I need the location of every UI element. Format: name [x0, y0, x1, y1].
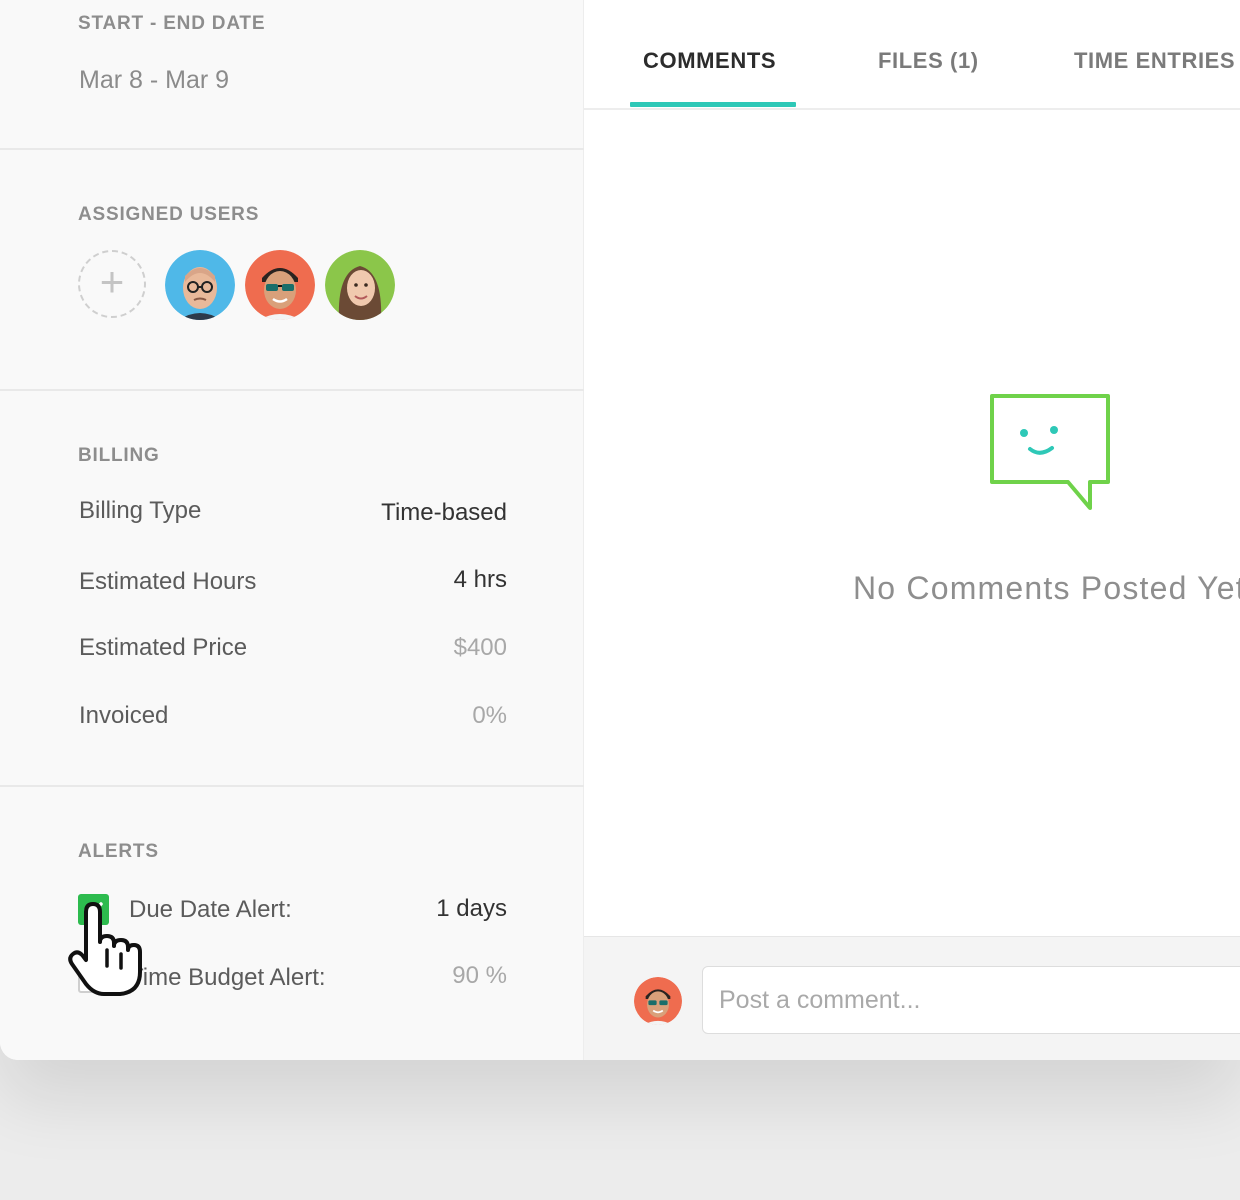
- tab-comments[interactable]: COMMENTS: [643, 48, 776, 74]
- invoiced-value: 0%: [472, 702, 507, 729]
- comment-input[interactable]: [702, 966, 1240, 1034]
- task-detail-card: START - END DATE Mar 8 - Mar 9 ASSIGNED …: [0, 0, 1240, 1060]
- user-avatar-1-icon: [165, 250, 235, 320]
- billing-section-label: BILLING: [78, 445, 160, 466]
- estimated-price-label: Estimated Price: [79, 634, 248, 661]
- date-range-value[interactable]: Mar 8 - Mar 9: [79, 66, 229, 95]
- time-budget-alert-label: Time Budget Alert:: [129, 964, 326, 991]
- dates-section-label: START - END DATE: [78, 13, 266, 34]
- avatar[interactable]: [325, 250, 395, 320]
- due-date-alert-label: Due Date Alert:: [129, 896, 292, 923]
- divider: [0, 148, 584, 150]
- assigned-users-label: ASSIGNED USERS: [78, 204, 260, 225]
- user-avatar-3-icon: [325, 250, 395, 320]
- avatar[interactable]: [165, 250, 235, 320]
- avatar[interactable]: [245, 250, 315, 320]
- add-user-button[interactable]: +: [78, 250, 146, 318]
- tab-files[interactable]: FILES (1): [878, 48, 979, 74]
- hand-pointer-cursor-icon: [68, 902, 142, 996]
- billing-type-label: Billing Type: [79, 497, 202, 524]
- billing-type-value[interactable]: Time-based: [381, 499, 507, 527]
- invoiced-label: Invoiced: [79, 702, 169, 729]
- estimated-hours-label: Estimated Hours: [79, 568, 257, 595]
- task-details-panel: START - END DATE Mar 8 - Mar 9 ASSIGNED …: [0, 0, 584, 1060]
- time-budget-alert-value: 90 %: [452, 962, 507, 989]
- due-date-alert-value[interactable]: 1 days: [436, 895, 507, 923]
- chat-bubble-smiley-icon: [990, 394, 1110, 510]
- tab-bar: COMMENTS FILES (1) TIME ENTRIES: [584, 0, 1240, 110]
- estimated-hours-value[interactable]: 4 hrs: [454, 566, 507, 594]
- user-avatar-2-icon: [245, 250, 315, 320]
- divider: [0, 785, 584, 787]
- alerts-section-label: ALERTS: [78, 841, 159, 862]
- empty-state-message: No Comments Posted Yet: [853, 570, 1240, 606]
- active-tab-indicator: [630, 102, 796, 107]
- divider: [0, 389, 584, 391]
- estimated-price-value: $400: [453, 634, 507, 661]
- tab-time-entries[interactable]: TIME ENTRIES: [1074, 48, 1235, 74]
- current-user-avatar-icon: [634, 977, 682, 1025]
- avatar: [634, 977, 682, 1025]
